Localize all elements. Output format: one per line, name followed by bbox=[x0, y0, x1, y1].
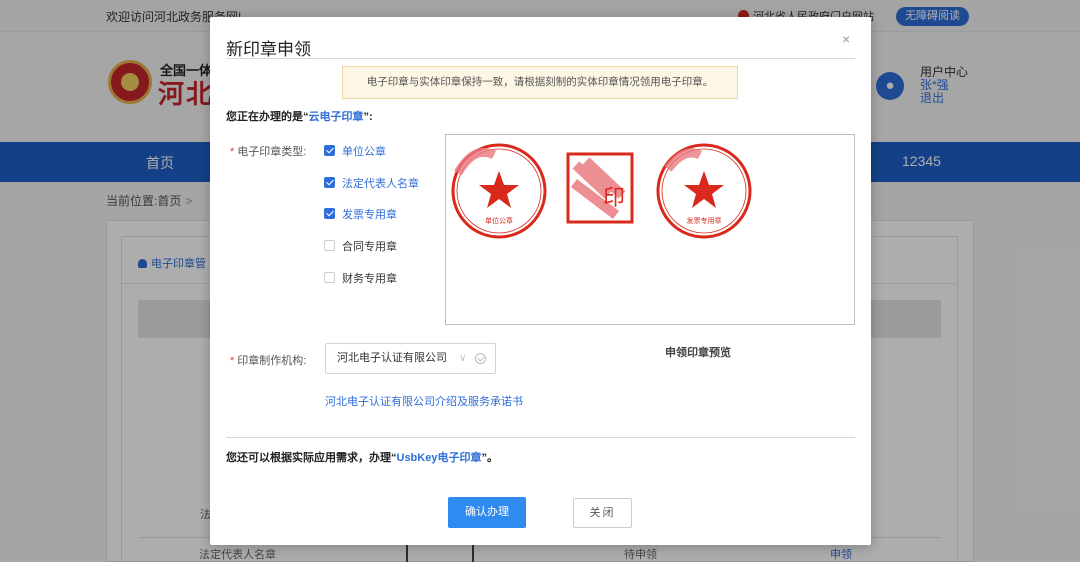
legal-rep-seal-stamp: 印 bbox=[566, 152, 634, 224]
checkbox-label: 合同专用章 bbox=[342, 241, 397, 253]
checkbox-label: 单位公章 bbox=[342, 146, 386, 158]
processing-suffix: ”: bbox=[363, 111, 373, 123]
checkbox-legal-rep-seal[interactable]: 法定代表人名章 bbox=[324, 175, 419, 190]
title-divider bbox=[226, 58, 855, 59]
redaction-mark bbox=[454, 147, 497, 176]
usbkey-prefix: 您还可以根据实际应用需求，办理“ bbox=[226, 452, 397, 464]
new-seal-dialog: 新印章申领 × 电子印章与实体印章保持一致，请根据刻制的实体印章情况领用电子印章… bbox=[210, 17, 871, 545]
org-label: * 印章制作机构: bbox=[230, 352, 306, 368]
check-circle-icon bbox=[475, 353, 486, 364]
close-icon[interactable]: × bbox=[842, 31, 850, 47]
invoice-seal-stamp: 发票专用章 bbox=[656, 143, 752, 239]
org-select[interactable]: 河北电子认证有限公司 ∨ bbox=[325, 343, 496, 374]
checkbox-checked-icon[interactable] bbox=[324, 177, 335, 188]
seal-text: 印 bbox=[603, 185, 625, 210]
close-button[interactable]: 关闭 bbox=[573, 498, 632, 528]
seal-text: 单位公章 bbox=[485, 216, 513, 225]
processing-text: 您正在办理的是“云电子印章”: bbox=[226, 108, 373, 124]
seal-text: 发票专用章 bbox=[687, 216, 722, 225]
checkbox-label: 财务专用章 bbox=[342, 273, 397, 285]
seal-type-label-text: 电子印章类型: bbox=[237, 146, 307, 158]
dialog-title: 新印章申领 bbox=[226, 40, 311, 59]
divider bbox=[226, 437, 855, 438]
star-icon bbox=[684, 171, 724, 208]
checkbox-label: 法定代表人名章 bbox=[342, 178, 419, 190]
checkbox-finance-seal[interactable]: 财务专用章 bbox=[324, 270, 397, 285]
usbkey-suffix: ”。 bbox=[481, 452, 498, 464]
notice-banner: 电子印章与实体印章保持一致，请根据刻制的实体印章情况领用电子印章。 bbox=[342, 66, 738, 99]
seal-preview-canvas: 单位公章 印 发票专用章 bbox=[451, 143, 752, 239]
org-label-text: 印章制作机构: bbox=[237, 355, 307, 367]
preview-label: 申领印章预览 bbox=[665, 347, 731, 359]
processing-prefix: 您正在办理的是“ bbox=[226, 111, 309, 123]
required-mark: * bbox=[230, 146, 235, 158]
checkbox-unchecked-icon[interactable] bbox=[324, 240, 335, 251]
seal-preview-box: 单位公章 印 发票专用章 bbox=[445, 134, 855, 325]
org-select-value: 河北电子认证有限公司 bbox=[337, 352, 447, 364]
checkbox-unit-seal[interactable]: 单位公章 bbox=[324, 143, 386, 158]
confirm-button[interactable]: 确认办理 bbox=[448, 497, 526, 528]
checkbox-unchecked-icon[interactable] bbox=[324, 272, 335, 283]
processing-service: 云电子印章 bbox=[308, 111, 364, 123]
seal-type-label: * 电子印章类型: bbox=[230, 143, 306, 159]
org-intro-link[interactable]: 河北电子认证有限公司介绍及服务承诺书 bbox=[325, 393, 523, 409]
star-icon bbox=[479, 171, 519, 208]
checkbox-checked-icon[interactable] bbox=[324, 208, 335, 219]
usbkey-link[interactable]: UsbKey电子印章 bbox=[397, 452, 482, 464]
checkbox-checked-icon[interactable] bbox=[324, 145, 335, 156]
checkbox-label: 发票专用章 bbox=[342, 209, 397, 221]
checkbox-contract-seal[interactable]: 合同专用章 bbox=[324, 238, 397, 253]
unit-seal-stamp: 单位公章 bbox=[451, 143, 547, 239]
checkbox-invoice-seal[interactable]: 发票专用章 bbox=[324, 206, 397, 221]
required-mark: * bbox=[230, 355, 235, 367]
chevron-down-icon[interactable]: ∨ bbox=[459, 344, 466, 373]
usbkey-note: 您还可以根据实际应用需求，办理“UsbKey电子印章”。 bbox=[226, 449, 498, 465]
